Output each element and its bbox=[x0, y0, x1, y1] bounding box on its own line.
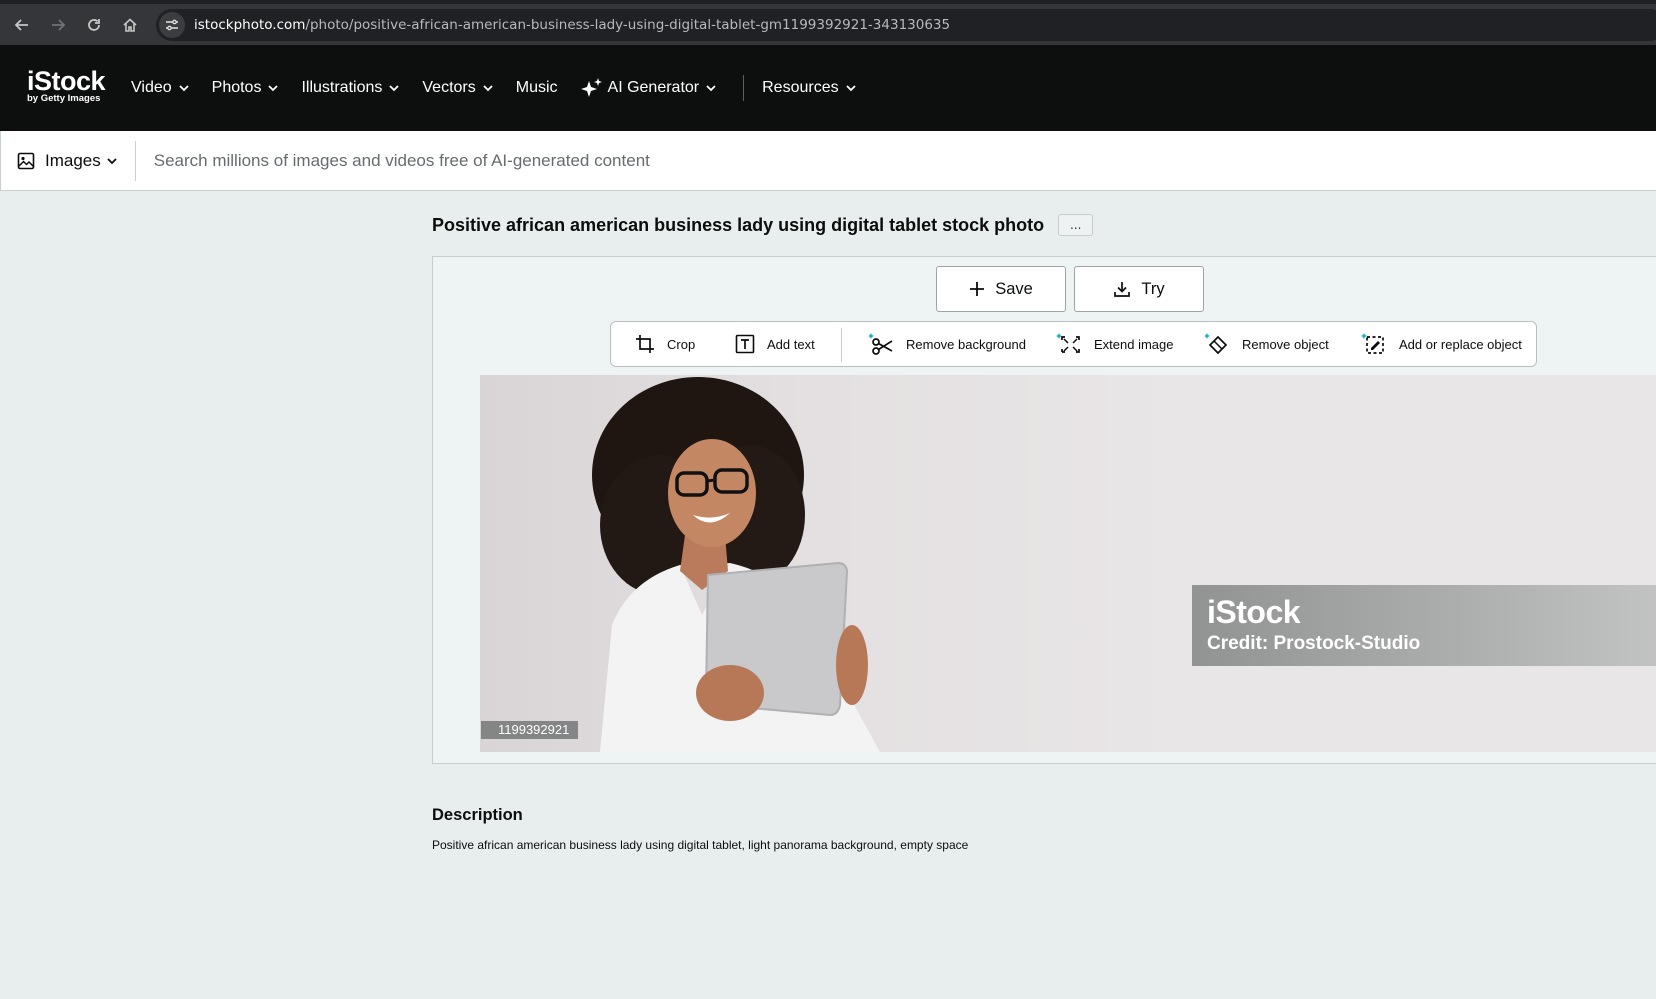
save-button[interactable]: Save bbox=[936, 266, 1066, 312]
toolbar-divider bbox=[841, 328, 842, 362]
back-button[interactable] bbox=[4, 7, 40, 43]
search-input[interactable] bbox=[153, 150, 1554, 171]
description-text: Positive african american business lady … bbox=[432, 838, 969, 852]
remove-background-tool[interactable]: Remove background bbox=[868, 322, 1026, 366]
add-text-tool[interactable]: Add text bbox=[735, 322, 815, 366]
url-host: istockphoto.com bbox=[194, 17, 306, 33]
description-heading: Description bbox=[432, 806, 523, 824]
image-icon bbox=[17, 152, 35, 169]
photo-subject bbox=[592, 377, 880, 752]
tool-label: Remove background bbox=[906, 336, 1026, 352]
image-preview-panel: Save Try Crop Add text Remove background… bbox=[432, 256, 1656, 764]
logo-wordmark: iStock bbox=[27, 66, 106, 96]
tool-label: Add text bbox=[767, 336, 815, 352]
save-label: Save bbox=[995, 279, 1033, 298]
nav-music[interactable]: Music bbox=[516, 79, 558, 97]
scissors-icon bbox=[868, 333, 893, 355]
nav-label: Video bbox=[131, 79, 172, 96]
try-button[interactable]: Try bbox=[1074, 266, 1204, 312]
forward-button[interactable] bbox=[40, 7, 76, 43]
chevron-down-icon bbox=[107, 157, 117, 164]
nav-label: Resources bbox=[762, 79, 839, 96]
plus-icon bbox=[970, 282, 985, 296]
replace-object-icon bbox=[1361, 333, 1384, 354]
site-info-button[interactable] bbox=[159, 12, 185, 38]
crop-icon bbox=[636, 335, 654, 353]
address-bar[interactable]: istockphoto.com/photo/positive-african-a… bbox=[156, 9, 1656, 41]
browser-toolbar: istockphoto.com/photo/positive-african-a… bbox=[0, 0, 1656, 45]
nav-label: Vectors bbox=[422, 79, 476, 96]
tool-label: Extend image bbox=[1094, 336, 1174, 352]
nav-vectors[interactable]: Vectors bbox=[422, 79, 493, 97]
tool-label: Crop bbox=[667, 336, 696, 352]
download-icon bbox=[1114, 282, 1131, 297]
url-text[interactable]: istockphoto.com/photo/positive-african-a… bbox=[194, 17, 950, 33]
chevron-down-icon bbox=[483, 85, 493, 92]
arrow-right-icon bbox=[52, 18, 66, 31]
arrow-left-icon bbox=[14, 18, 28, 31]
extend-image-tool[interactable]: Extend image bbox=[1056, 322, 1174, 366]
page-title: Positive african american business lady … bbox=[432, 214, 1045, 235]
more-options-button[interactable]: ... bbox=[1058, 214, 1094, 236]
nav-label: Music bbox=[515, 79, 558, 96]
watermark-credit: Credit: Prostock-Studio bbox=[1207, 633, 1421, 654]
reload-button[interactable] bbox=[76, 7, 112, 43]
nav-illustrations[interactable]: Illustrations bbox=[301, 79, 400, 97]
media-type-select[interactable]: Images bbox=[1, 140, 136, 181]
tool-label: Remove object bbox=[1242, 336, 1329, 352]
stock-photo-preview[interactable]: 1199392921 iStock Credit: Prostock-Studi… bbox=[480, 375, 1656, 752]
nav-ai-generator[interactable]: AI Generator bbox=[580, 77, 718, 99]
home-icon bbox=[123, 17, 137, 32]
site-header: iStock by Getty Images Video Photos Illu… bbox=[0, 45, 1656, 131]
reload-icon bbox=[88, 18, 100, 31]
nav-divider bbox=[743, 75, 745, 101]
edit-toolbar: Crop Add text Remove background Extend i… bbox=[610, 321, 1537, 367]
chevron-down-icon bbox=[179, 85, 189, 92]
nav-label: Photos bbox=[211, 79, 262, 96]
nav-video[interactable]: Video bbox=[131, 79, 190, 97]
text-icon bbox=[735, 334, 755, 354]
media-type-label: Images bbox=[45, 150, 101, 170]
tool-label: Add or replace object bbox=[1399, 336, 1522, 352]
nav-label: Illustrations bbox=[301, 79, 383, 96]
search-bar: Images bbox=[0, 131, 1656, 191]
add-replace-object-tool[interactable]: Add or replace object bbox=[1361, 322, 1522, 366]
istock-logo[interactable]: iStock by Getty Images bbox=[27, 67, 117, 104]
eraser-icon bbox=[1204, 333, 1228, 355]
nav-label: AI Generator bbox=[607, 79, 700, 96]
chevron-down-icon bbox=[268, 85, 279, 92]
home-button[interactable] bbox=[112, 7, 148, 43]
main-nav: Video Photos Illustrations Vectors Music… bbox=[131, 45, 879, 131]
nav-photos[interactable]: Photos bbox=[212, 79, 280, 97]
photo-title-row: Positive african american business lady … bbox=[432, 214, 1094, 236]
url-path: /photo/positive-african-american-busines… bbox=[305, 17, 951, 33]
watermark: iStock Credit: Prostock-Studio bbox=[1192, 585, 1656, 666]
try-label: Try bbox=[1141, 279, 1165, 298]
image-id-label: 1199392921 bbox=[481, 721, 579, 739]
chevron-down-icon bbox=[706, 85, 716, 92]
remove-object-tool[interactable]: Remove object bbox=[1204, 322, 1329, 366]
watermark-logo: iStock bbox=[1207, 594, 1301, 630]
extend-icon bbox=[1056, 333, 1080, 353]
chevron-down-icon bbox=[389, 85, 400, 92]
chevron-down-icon bbox=[845, 85, 856, 92]
tune-icon bbox=[166, 19, 178, 31]
nav-resources[interactable]: Resources bbox=[762, 79, 856, 97]
crop-tool[interactable]: Crop bbox=[635, 322, 695, 366]
sparkle-icon bbox=[580, 78, 602, 97]
